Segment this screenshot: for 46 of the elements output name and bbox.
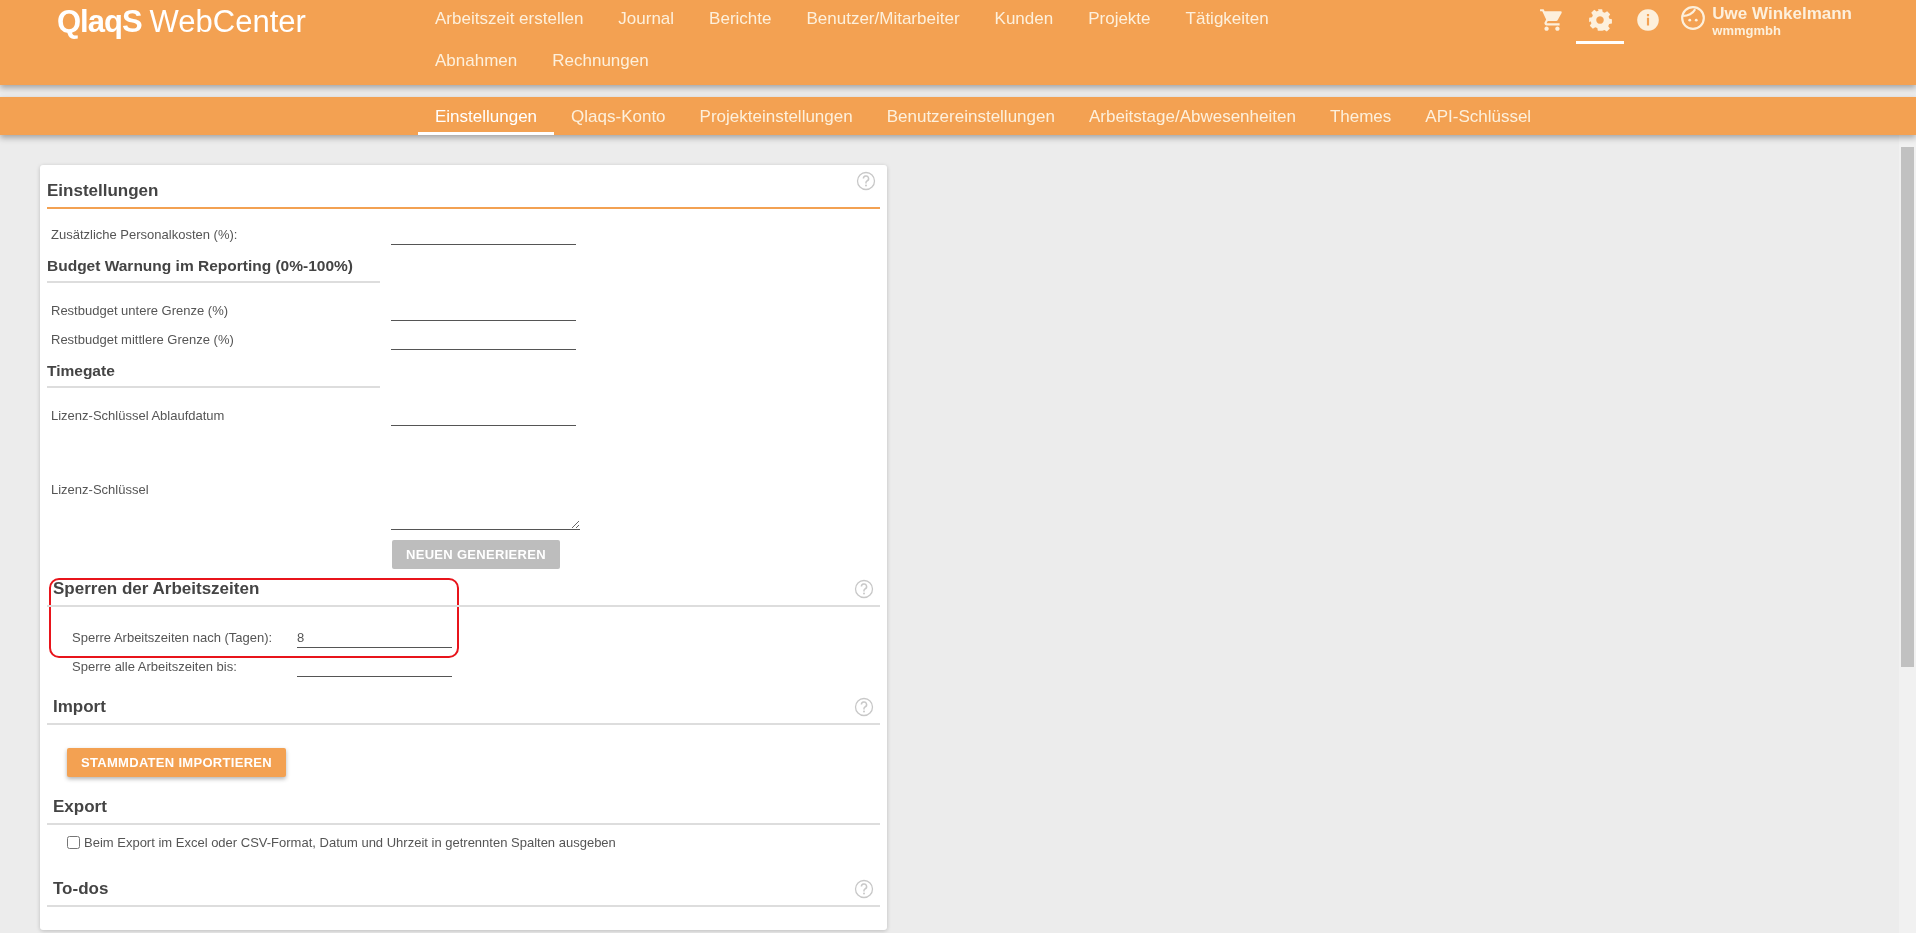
nav-link[interactable]: Benutzer/Mitarbeiter (806, 9, 960, 29)
settings-tab[interactable]: Projekteinstellungen (682, 97, 870, 135)
field-label: Sperre Arbeitszeiten nach (Tagen): (72, 630, 274, 647)
field-label: Lizenz-Schlüssel Ablaufdatum (51, 408, 226, 425)
field-label: Lizenz-Schlüssel (51, 481, 150, 499)
field-label: Sperre alle Arbeitszeiten bis: (72, 659, 238, 676)
checkbox[interactable] (67, 835, 80, 849)
scrollbar-thumb[interactable] (1901, 147, 1914, 667)
input-field[interactable]: 8 (297, 627, 452, 648)
nav-link[interactable]: Kunden (994, 9, 1054, 29)
settings-tab[interactable]: Benutzereinstellungen (869, 97, 1072, 135)
subsection-title: Timegate (47, 362, 380, 388)
help-icon[interactable] (854, 579, 874, 599)
company-name: wmmgmbh (1712, 23, 1782, 38)
help-icon[interactable] (854, 697, 874, 717)
nav-link[interactable]: Berichte (709, 9, 772, 29)
field-label: Zusätzliche Personalkosten (%): (51, 227, 239, 244)
help-icon[interactable] (856, 171, 876, 191)
nav-link[interactable]: Abnahmen (435, 51, 518, 71)
section-title: Sperren der Arbeitszeiten (52, 579, 260, 600)
subsection-title: Budget Warnung im Reporting (0%-100%) (47, 257, 380, 283)
help-icon[interactable] (854, 879, 874, 899)
nav-link[interactable]: Projekte (1088, 9, 1151, 29)
panel-title: Einstellungen (47, 181, 159, 202)
settings-tab[interactable]: Arbeitstage/Abwesenheiten (1071, 97, 1313, 135)
nav-link[interactable]: Arbeitszeit erstellen (435, 9, 584, 29)
section-title: Import (52, 697, 106, 718)
field-label: Restbudget mittlere Grenze (%) (51, 332, 235, 349)
avatar-icon[interactable] (1680, 5, 1707, 31)
field-label: Restbudget untere Grenze (%) (51, 303, 230, 320)
info-icon[interactable] (1635, 7, 1662, 33)
nav-link[interactable]: Rechnungen (552, 51, 649, 71)
settings-tab[interactable]: Qlaqs-Konto (554, 97, 683, 135)
settings-tab[interactable]: Einstellungen (418, 97, 555, 135)
logo-text: WebCenter (149, 4, 306, 40)
logo-mark: QlaqS (57, 4, 142, 40)
checkbox-label: Beim Export im Excel oder CSV-Format, Datum und Uhrzeit in getrennten Spalten ausgeben (84, 834, 616, 850)
settings-icon[interactable] (1587, 7, 1614, 33)
user-name[interactable]: Uwe Winkelmann (1712, 5, 1852, 23)
settings-tab[interactable]: Themes (1312, 97, 1409, 135)
settings-tab[interactable]: API-Schlüssel (1408, 97, 1549, 135)
section-title: Export (52, 797, 107, 818)
import-button[interactable]: STAMMDATEN IMPORTIEREN (67, 748, 286, 777)
section-title: To-dos (52, 879, 109, 900)
nav-link[interactable]: Tätigkeiten (1185, 9, 1269, 29)
nav-link[interactable]: Journal (618, 9, 675, 29)
